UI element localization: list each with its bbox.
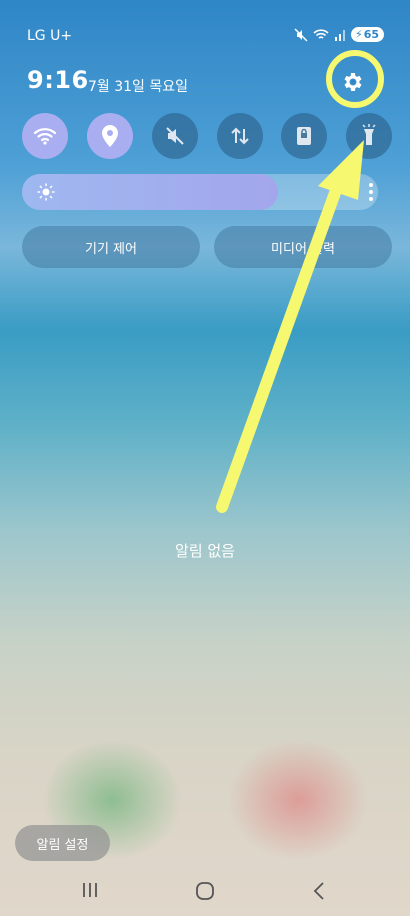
navigation-bar bbox=[0, 862, 410, 916]
annotation-arrow bbox=[216, 140, 364, 513]
home-icon[interactable] bbox=[195, 881, 215, 901]
no-notifications-text: 알림 없음 bbox=[175, 542, 235, 560]
recent-apps-icon[interactable] bbox=[81, 882, 99, 898]
notification-settings-button[interactable]: 알림 설정 bbox=[15, 825, 110, 861]
back-icon[interactable] bbox=[312, 881, 326, 901]
